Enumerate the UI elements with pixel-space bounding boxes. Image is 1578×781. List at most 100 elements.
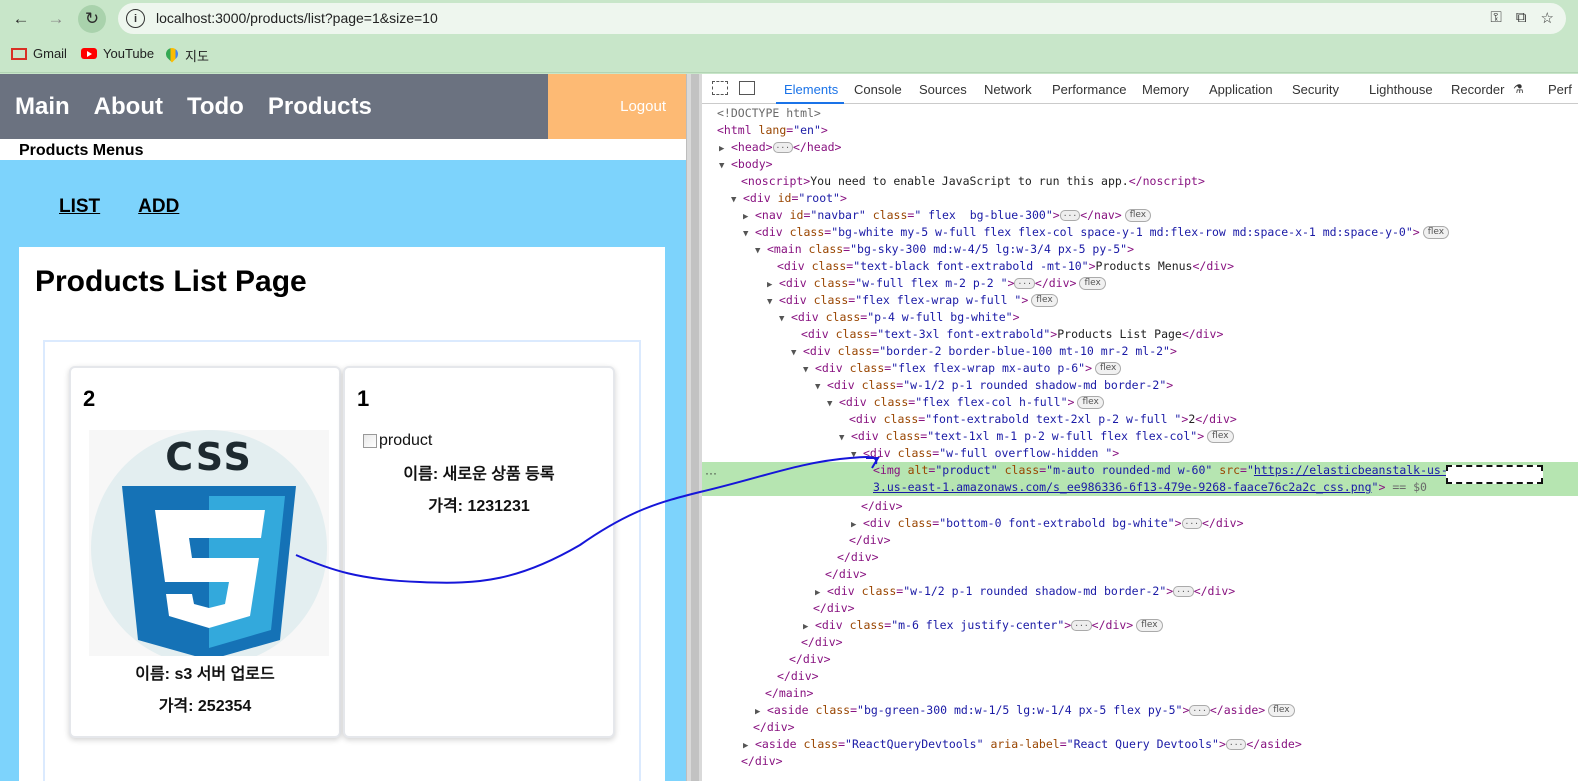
dom-line[interactable]: ▼ <body> bbox=[702, 156, 1578, 173]
dom-line[interactable]: ▼ <div class="w-1/2 p-1 rounded shadow-md… bbox=[702, 377, 1578, 394]
gmail-icon bbox=[11, 47, 27, 60]
browser-toolbar: ← → ↻ i localhost:3000/products/list?pag… bbox=[0, 0, 1578, 37]
product-name: 이름: s3 서버 업로드 bbox=[135, 666, 275, 683]
main-content: LIST ADD Products List Page 2 CSS 이름: s3… bbox=[0, 160, 686, 781]
bookmark-label: YouTube bbox=[103, 46, 155, 61]
tab-application[interactable]: Application bbox=[1209, 82, 1273, 97]
dom-line[interactable]: </div> bbox=[702, 753, 1578, 770]
product-card[interactable]: 2 CSS 이름: s3 서버 업로드 가격: 252354 bbox=[69, 366, 341, 738]
devtools-resize-handle[interactable] bbox=[686, 74, 702, 781]
tab-memory[interactable]: Memory bbox=[1142, 82, 1189, 97]
dom-line[interactable]: <!DOCTYPE html> bbox=[702, 105, 1578, 122]
product-name: 이름: 새로운 상품 등록 bbox=[403, 466, 555, 483]
dom-line[interactable]: ▼ <div class="bg-white my-5 w-full flex f… bbox=[702, 224, 1578, 241]
dom-line[interactable]: </div> bbox=[702, 532, 1578, 549]
dom-line[interactable]: ▼ <main class="bg-sky-300 md:w-4/5 lg:w-3… bbox=[702, 241, 1578, 258]
tab-sources[interactable]: Sources bbox=[919, 82, 967, 97]
dom-line[interactable]: ▼ <div class="border-2 border-blue-100 mt… bbox=[702, 343, 1578, 360]
dom-line[interactable]: ▶ <aside class="bg-green-300 md:w-1/5 lg:… bbox=[702, 702, 1578, 719]
bookmark-label: Gmail bbox=[33, 46, 67, 61]
css3-logo-image: CSS bbox=[89, 430, 329, 656]
back-button[interactable]: ← bbox=[7, 5, 35, 33]
devtools-panel: Elements Console Sources Network Perform… bbox=[702, 74, 1578, 781]
dom-line[interactable]: ▼ <div class="w-full overflow-hidden "> bbox=[702, 445, 1578, 462]
dom-line[interactable]: <html lang="en"> bbox=[702, 122, 1578, 139]
star-icon[interactable]: ☆ bbox=[1541, 9, 1554, 27]
maps-icon bbox=[165, 48, 179, 64]
dom-line[interactable]: </main> bbox=[702, 685, 1578, 702]
dom-line[interactable]: ▶ <nav id="navbar" class=" flex bg-blue-3… bbox=[702, 207, 1578, 224]
products-container: 2 CSS 이름: s3 서버 업로드 가격: 252354 1 product… bbox=[43, 340, 641, 781]
products-sub-nav: LIST ADD bbox=[59, 196, 179, 218]
open-external-icon[interactable]: ⧉ bbox=[1516, 9, 1527, 27]
product-price: 가격: 252354 bbox=[158, 698, 252, 715]
bookmark-youtube[interactable]: YouTube bbox=[81, 46, 154, 61]
bookmark-maps[interactable]: 지도 bbox=[165, 46, 209, 65]
site-info-icon[interactable]: i bbox=[126, 9, 145, 28]
dom-line[interactable]: ▶ <div class="m-6 flex justify-center"> ··… bbox=[702, 617, 1578, 634]
image-alt-text: product bbox=[379, 432, 433, 449]
dom-line[interactable]: ▼ <div id="root"> bbox=[702, 190, 1578, 207]
tab-lighthouse[interactable]: Lighthouse bbox=[1369, 82, 1433, 97]
dom-line[interactable]: ▼ <div class="flex flex-wrap w-full "> fle… bbox=[702, 292, 1578, 309]
bookmarks-bar: Gmail YouTube 지도 bbox=[0, 37, 1578, 73]
add-link[interactable]: ADD bbox=[138, 196, 179, 218]
tab-recorder[interactable]: Recorder bbox=[1451, 82, 1504, 97]
tab-performance[interactable]: Performance bbox=[1052, 82, 1126, 97]
dom-line[interactable]: </div> bbox=[702, 549, 1578, 566]
address-bar[interactable]: i localhost:3000/products/list?page=1&si… bbox=[118, 3, 1566, 34]
logout-button[interactable]: Logout bbox=[620, 98, 666, 115]
list-link[interactable]: LIST bbox=[59, 196, 100, 218]
dom-line[interactable]: ▼ <div class="flex flex-wrap mx-auto p-6"… bbox=[702, 360, 1578, 377]
dom-line[interactable]: </div> bbox=[702, 634, 1578, 651]
url-text[interactable]: localhost:3000/products/list?page=1&size… bbox=[156, 10, 438, 26]
dom-line[interactable]: ▶ <div class="w-full flex m-2 p-2 "> ··· </… bbox=[702, 275, 1578, 292]
dom-line[interactable]: </div> bbox=[702, 719, 1578, 736]
dom-line[interactable]: ▶ <aside class="ReactQueryDevtools" aria-… bbox=[702, 736, 1578, 753]
key-icon[interactable]: ⚿ bbox=[1490, 9, 1501, 27]
dom-line[interactable]: </div> bbox=[702, 668, 1578, 685]
dom-line[interactable]: ▶ <div class="w-1/2 p-1 rounded shadow-md… bbox=[702, 583, 1578, 600]
dom-line[interactable]: ▶ <div class="bottom-0 font-extrabold bg-… bbox=[702, 515, 1578, 532]
dom-line[interactable]: ▶ <head> ··· </head> bbox=[702, 139, 1578, 156]
logout-area: Logout bbox=[548, 74, 686, 139]
tab-elements[interactable]: Elements bbox=[784, 82, 838, 97]
dom-line[interactable]: ▼ <div class="text-1xl m-1 p-2 w-full fle… bbox=[702, 428, 1578, 445]
dom-line[interactable]: </div> bbox=[702, 498, 1578, 515]
dom-line[interactable]: </div> bbox=[702, 566, 1578, 583]
product-card[interactable]: 1 product 이름: 새로운 상품 등록 가격: 1231231 bbox=[343, 366, 615, 738]
nav-todo[interactable]: Todo bbox=[187, 93, 244, 121]
tab-security[interactable]: Security bbox=[1292, 82, 1339, 97]
more-actions-icon[interactable]: ··· bbox=[705, 466, 717, 480]
products-menus-label: Products Menus bbox=[19, 142, 144, 159]
dom-line[interactable]: ▼ <div class="flex flex-col h-full"> flex bbox=[702, 394, 1578, 411]
nav-main[interactable]: Main bbox=[15, 93, 70, 121]
active-tab-indicator bbox=[776, 102, 844, 104]
dom-line[interactable]: ▼ <div class="p-4 w-full bg-white"> bbox=[702, 309, 1578, 326]
dom-line[interactable]: <div class="text-3xl font-extrabold">Pro… bbox=[702, 326, 1578, 343]
nav-about[interactable]: About bbox=[94, 93, 163, 121]
tab-perf[interactable]: Perf bbox=[1548, 82, 1572, 97]
svg-text:CSS: CSS bbox=[165, 435, 253, 479]
selection-marquee bbox=[1446, 465, 1543, 484]
reload-button[interactable]: ↻ bbox=[78, 5, 106, 33]
dom-line[interactable]: <div class="font-extrabold text-2xl p-2 … bbox=[702, 411, 1578, 428]
broken-image: product bbox=[363, 432, 432, 450]
dom-line[interactable]: <div class="text-black font-extrabold -m… bbox=[702, 258, 1578, 275]
product-price: 가격: 1231231 bbox=[428, 498, 530, 515]
inspect-element-icon[interactable] bbox=[712, 81, 728, 95]
bookmark-gmail[interactable]: Gmail bbox=[11, 46, 67, 61]
tab-network[interactable]: Network bbox=[984, 82, 1032, 97]
flask-icon: ⚗ bbox=[1513, 82, 1524, 96]
tab-console[interactable]: Console bbox=[854, 82, 902, 97]
dom-line[interactable]: </div> bbox=[702, 651, 1578, 668]
bookmark-label: 지도 bbox=[185, 49, 209, 64]
dom-line[interactable]: </div> bbox=[702, 600, 1578, 617]
forward-button[interactable]: → bbox=[42, 5, 70, 33]
device-toolbar-icon[interactable] bbox=[739, 81, 755, 95]
youtube-icon bbox=[81, 48, 97, 59]
web-page: Main About Todo Products Logout Products… bbox=[0, 74, 686, 781]
devtools-tabbar: Elements Console Sources Network Perform… bbox=[702, 74, 1578, 104]
nav-products[interactable]: Products bbox=[268, 93, 372, 121]
dom-line[interactable]: <noscript>You need to enable JavaScript … bbox=[702, 173, 1578, 190]
